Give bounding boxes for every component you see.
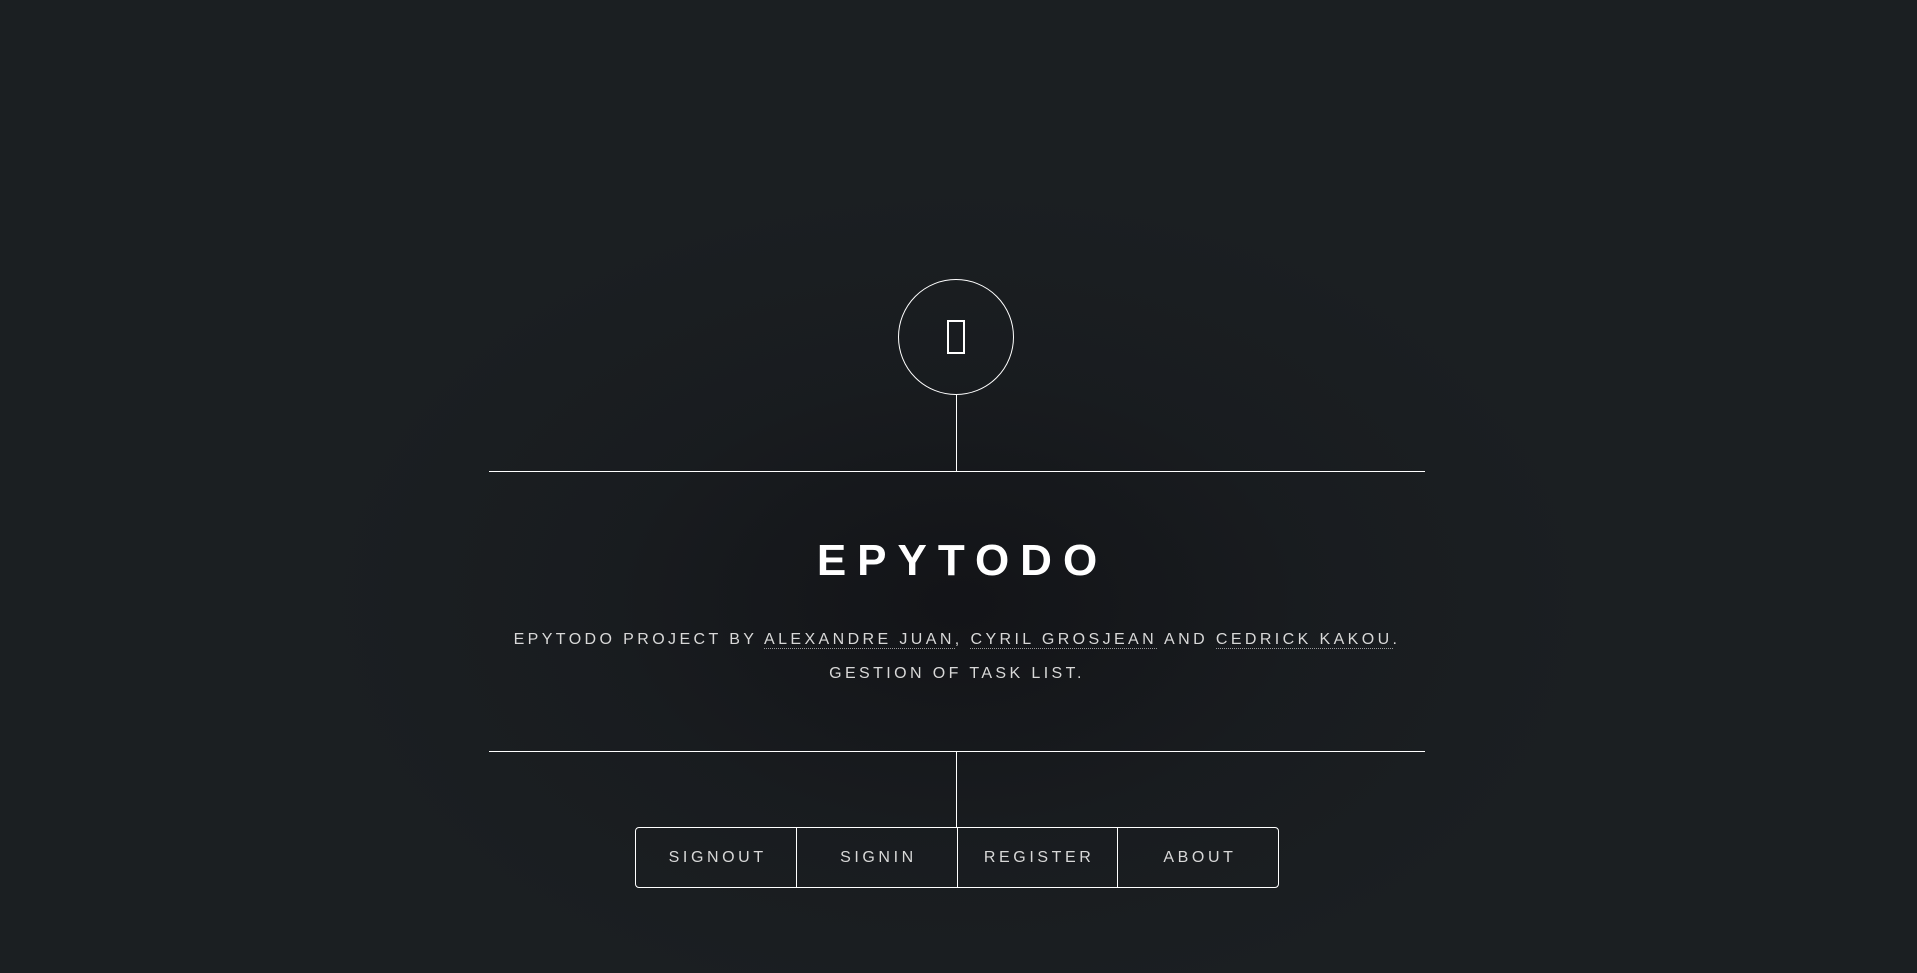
main-nav: SIGNOUT SIGNIN REGISTER ABOUT [635, 827, 1279, 888]
nav-about-button[interactable]: ABOUT [1117, 828, 1278, 887]
divider-bottom [489, 751, 1425, 752]
connector-bottom [956, 751, 957, 827]
description-line2: GESTION OF TASK LIST. [829, 665, 1085, 682]
nav-register-button[interactable]: REGISTER [956, 828, 1118, 887]
author-link-cedrick-kakou[interactable]: CEDRICK KAKOU [1215, 631, 1393, 649]
author-link-alexandre-juan[interactable]: ALEXANDRE JUAN [764, 631, 955, 649]
header-content: EPYTODO EPYTODO PROJECT BY ALEXANDRE JUA… [489, 471, 1425, 751]
description-separator: AND [1157, 631, 1216, 648]
connector-top [956, 395, 957, 471]
logo [898, 279, 1014, 395]
site-description: EPYTODO PROJECT BY ALEXANDRE JUAN, CYRIL… [489, 623, 1425, 691]
author-link-cyril-grosjean[interactable]: CYRIL GROSJEAN [970, 631, 1158, 649]
description-separator: , [954, 631, 971, 648]
nav-signin-button[interactable]: SIGNIN [795, 828, 957, 887]
nav-signout-button[interactable]: SIGNOUT [636, 828, 796, 887]
description-end: . [1392, 631, 1401, 648]
description-prefix: EPYTODO PROJECT BY [513, 631, 765, 648]
site-title: EPYTODO [816, 536, 1109, 585]
diamond-icon [947, 320, 965, 354]
header: EPYTODO EPYTODO PROJECT BY ALEXANDRE JUA… [0, 0, 1917, 973]
